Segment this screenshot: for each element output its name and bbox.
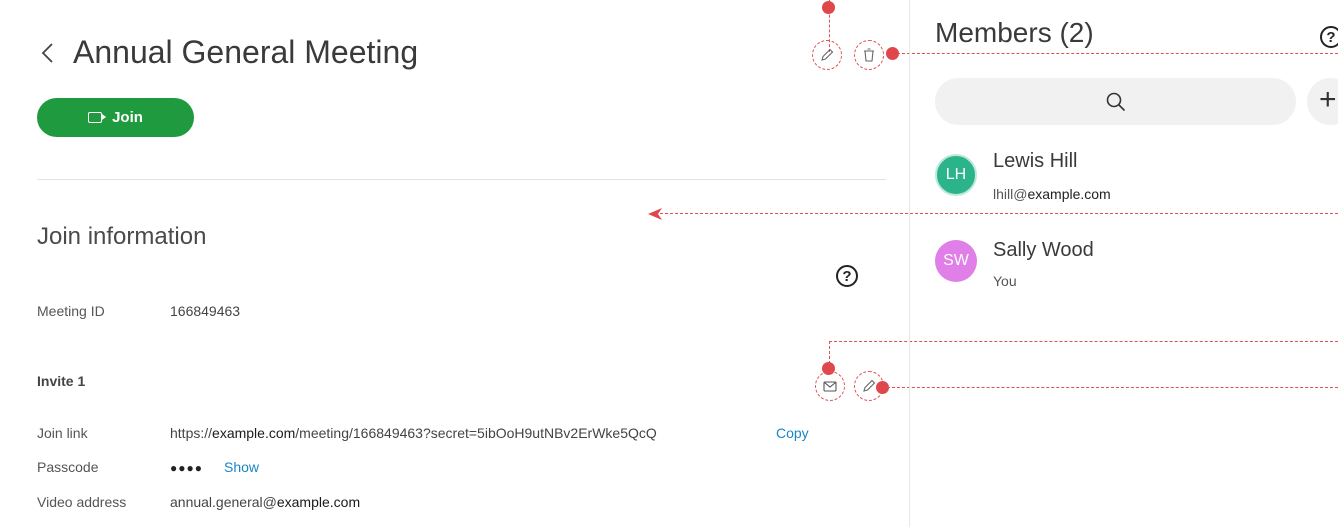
passcode-masked: ●●●● <box>170 461 203 475</box>
delete-meeting-button[interactable] <box>854 40 884 70</box>
member-email-domain: example.com <box>1027 186 1111 202</box>
divider <box>37 179 886 180</box>
member-email-user: lhill@ <box>993 186 1028 202</box>
member-name: Lewis Hill <box>993 150 1078 172</box>
search-icon <box>1106 92 1125 111</box>
help-icon[interactable]: ? <box>1320 26 1338 48</box>
copy-link-button[interactable]: Copy <box>776 425 809 441</box>
join-information-heading: Join information <box>37 223 207 250</box>
member-name: Sally Wood <box>993 239 1094 261</box>
back-chevron-icon[interactable] <box>38 38 62 72</box>
annotation-line <box>829 341 1338 342</box>
video-camera-icon <box>88 112 107 123</box>
video-address-label: Video address <box>37 494 127 510</box>
join-button[interactable]: Join <box>37 98 194 137</box>
pencil-icon <box>821 48 834 61</box>
annotation-marker <box>822 1 835 14</box>
join-link-label: Join link <box>37 425 88 441</box>
annotation-line <box>897 53 1338 54</box>
join-link-path: /meeting/166849463?secret=5ibOoH9utNBv2E… <box>295 425 657 441</box>
join-link-prefix: https:// <box>170 425 213 441</box>
invite-title: Invite 1 <box>37 373 86 389</box>
trash-icon <box>864 48 874 62</box>
join-link-domain: example.com <box>212 425 296 441</box>
video-address-domain: example.com <box>276 494 361 510</box>
meeting-id-label: Meeting ID <box>37 303 105 319</box>
pencil-icon <box>863 379 876 392</box>
help-icon[interactable]: ? <box>836 265 858 287</box>
edit-meeting-button[interactable] <box>812 40 842 70</box>
members-title: Members (2) <box>935 17 1094 48</box>
pane-separator <box>909 0 910 527</box>
avatar: LH <box>935 154 977 196</box>
passcode-label: Passcode <box>37 459 99 475</box>
mail-icon <box>823 380 837 392</box>
add-member-button[interactable]: + <box>1307 78 1338 125</box>
plus-icon: + <box>1319 83 1337 116</box>
email-invite-button[interactable] <box>815 371 845 401</box>
member-search-input[interactable] <box>935 78 1296 125</box>
video-address-user: annual.general@ <box>170 494 277 510</box>
meeting-title: Annual General Meeting <box>73 34 419 70</box>
annotation-arrow <box>648 207 662 225</box>
meeting-id-value: 166849463 <box>170 303 241 319</box>
avatar: SW <box>935 240 977 282</box>
annotation-line <box>887 387 1338 388</box>
show-passcode-button[interactable]: Show <box>224 459 259 475</box>
member-email: lhill@example.com <box>993 186 1111 202</box>
join-link-value[interactable]: https://example.com/meeting/166849463?se… <box>170 425 657 441</box>
annotation-line <box>660 213 1338 214</box>
video-address-value: annual.general@example.com <box>170 494 360 510</box>
member-subtitle: You <box>993 273 1017 289</box>
join-button-label: Join <box>112 109 143 126</box>
